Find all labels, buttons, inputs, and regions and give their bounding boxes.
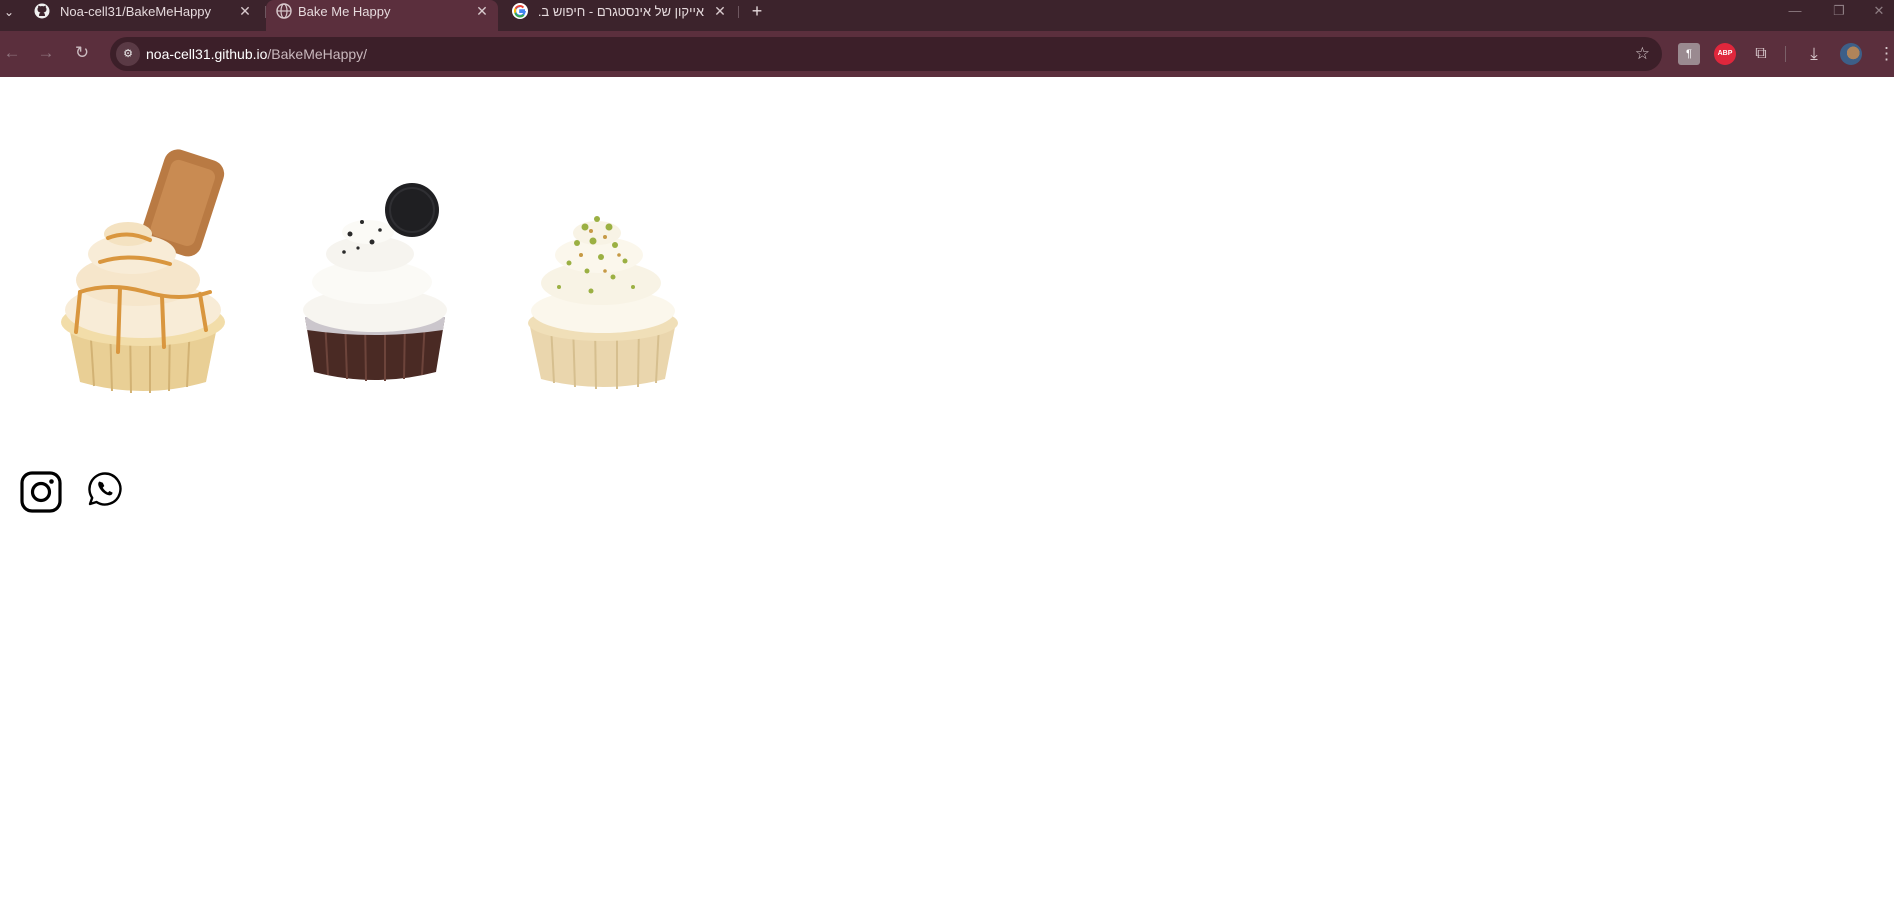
url-host: noa-cell31.github.io bbox=[146, 46, 268, 62]
tab-title: Bake Me Happy bbox=[298, 4, 391, 19]
tab-divider bbox=[738, 6, 739, 18]
url-path: /BakeMeHappy/ bbox=[267, 46, 368, 62]
adblock-icon[interactable]: ABP bbox=[1714, 43, 1736, 65]
close-tab-icon[interactable]: ✕ bbox=[474, 0, 490, 23]
tab-github[interactable]: Noa-cell31/BakeMeHappy ✕ bbox=[20, 0, 266, 31]
forward-icon[interactable]: → bbox=[34, 41, 58, 65]
reload-icon[interactable]: ↻ bbox=[70, 41, 94, 65]
menu-kebab-icon[interactable]: ⋮ bbox=[1878, 43, 1894, 65]
browser-toolbar: ← → ↻ ⚙ noa-cell31.github.io/BakeMeHappy… bbox=[0, 31, 1894, 77]
toolbar-divider bbox=[1785, 46, 1786, 62]
tab-google-search[interactable]: אייקון של אינסטגרם - חיפוש ב... ✕ bbox=[500, 0, 736, 31]
close-tab-icon[interactable]: ✕ bbox=[237, 0, 253, 23]
new-tab-button[interactable]: + bbox=[748, 0, 766, 23]
restore-icon[interactable]: ❐ bbox=[1824, 0, 1854, 23]
browser-window: ⌄ Noa-cell31/BakeMeHappy ✕ Bake Me Happy… bbox=[0, 0, 1894, 905]
site-settings-icon[interactable]: ⚙ bbox=[116, 42, 140, 66]
address-bar[interactable]: ⚙ noa-cell31.github.io/BakeMeHappy/ ☆ bbox=[110, 37, 1662, 71]
tab-search-chevron-icon[interactable]: ⌄ bbox=[0, 2, 18, 22]
github-icon bbox=[34, 3, 50, 19]
pistachio-cupcake-image[interactable] bbox=[525, 187, 680, 392]
instagram-icon[interactable] bbox=[20, 471, 62, 513]
page-content bbox=[0, 77, 1894, 905]
back-icon[interactable]: ← bbox=[0, 41, 24, 65]
tab-strip: ⌄ Noa-cell31/BakeMeHappy ✕ Bake Me Happy… bbox=[0, 0, 1894, 31]
close-tab-icon[interactable]: ✕ bbox=[712, 0, 728, 23]
tab-title: אייקון של אינסטגרם - חיפוש ב... bbox=[538, 4, 704, 19]
window-close-icon[interactable]: ✕ bbox=[1864, 0, 1894, 23]
oreo-cupcake-image[interactable] bbox=[300, 172, 450, 387]
bookmark-star-icon[interactable]: ☆ bbox=[1635, 37, 1650, 71]
extension-icon[interactable]: ¶ bbox=[1678, 43, 1700, 65]
extensions-puzzle-icon[interactable]: ⧉ bbox=[1750, 43, 1772, 65]
whatsapp-icon[interactable] bbox=[87, 471, 123, 507]
lotus-cupcake-image[interactable] bbox=[50, 142, 240, 402]
profile-avatar[interactable] bbox=[1840, 43, 1862, 65]
minimize-icon[interactable]: — bbox=[1780, 0, 1810, 23]
url-text[interactable]: noa-cell31.github.io/BakeMeHappy/ bbox=[146, 37, 367, 71]
globe-icon bbox=[276, 3, 292, 19]
download-icon[interactable]: ⤓ bbox=[1803, 43, 1825, 65]
tab-bake-me-happy[interactable]: Bake Me Happy ✕ bbox=[266, 0, 498, 31]
google-icon bbox=[512, 3, 528, 19]
tab-title: Noa-cell31/BakeMeHappy bbox=[60, 4, 212, 19]
